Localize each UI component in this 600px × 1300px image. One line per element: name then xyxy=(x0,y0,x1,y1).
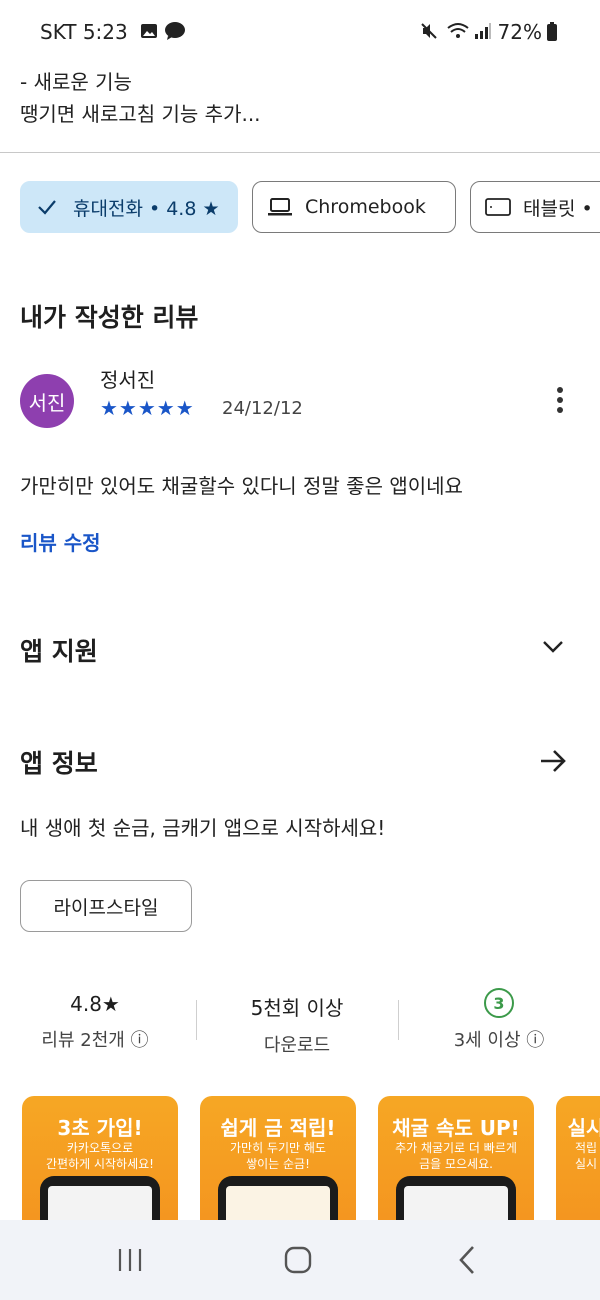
back-icon[interactable] xyxy=(456,1244,478,1280)
screenshot-title: 실시 xyxy=(567,1116,600,1140)
screenshot-subtitle: 적립실시 xyxy=(556,1140,600,1172)
stat-age: 3 3세 이상 ⓘ xyxy=(424,988,574,1052)
chip-chromebook-label: Chromebook xyxy=(305,196,426,218)
more-options-icon[interactable] xyxy=(550,386,570,416)
chip-tablet[interactable]: 태블릿 • 5 xyxy=(470,181,600,233)
check-icon xyxy=(38,200,56,215)
subtitle-line: 쌓이는 순금! xyxy=(246,1157,310,1171)
subtitle-line: 간편하게 시작하세요! xyxy=(46,1157,154,1171)
chevron-down-icon xyxy=(540,636,566,660)
screenshot-title: 채굴 속도 UP! xyxy=(392,1116,520,1140)
app-support-row[interactable]: 앱 지원 xyxy=(0,612,600,682)
notes-heading: - 새로운 기능 xyxy=(20,70,132,94)
chat-icon xyxy=(164,21,186,45)
reviewer-name: 정서진 xyxy=(100,368,156,392)
stat-rating: 4.8★ 리뷰 2천개 ⓘ xyxy=(20,992,170,1052)
notes-body: 땡기면 새로고침 기능 추가... xyxy=(20,102,261,126)
screenshot-subtitle: 추가 채굴기로 더 빠르게금을 모으세요. xyxy=(378,1140,534,1172)
category-chip[interactable]: 라이프스타일 xyxy=(20,880,192,932)
review-date: 24/12/12 xyxy=(222,398,303,419)
chip-phone[interactable]: 휴대전화 • 4.8 ★ xyxy=(20,181,238,233)
app-info-title: 앱 정보 xyxy=(20,749,98,778)
subtitle-line: 적립 xyxy=(574,1141,598,1155)
stat-downloads-label: 다운로드 xyxy=(263,1035,331,1056)
stat-age-label: 3세 이상 ⓘ xyxy=(453,1030,545,1051)
screenshot-title: 3초 가입! xyxy=(57,1116,143,1140)
app-info-row[interactable]: 앱 정보 xyxy=(0,726,600,796)
gallery-icon xyxy=(140,22,158,44)
stat-rating-label: 리뷰 2천개 ⓘ xyxy=(41,1030,149,1051)
edit-review-link[interactable]: 리뷰 수정 xyxy=(20,527,101,556)
screenshot-title: 쉽게 금 적립! xyxy=(220,1116,336,1140)
section-divider xyxy=(0,152,600,153)
app-support-title: 앱 지원 xyxy=(20,637,98,666)
age-rating-badge: 3 xyxy=(484,988,514,1018)
signal-icon xyxy=(474,22,492,44)
status-time-overlay: SKT 5:23 xyxy=(40,20,128,44)
laptop-icon xyxy=(268,198,292,216)
age-rating-number: 3 xyxy=(493,993,505,1013)
recent-apps-icon[interactable] xyxy=(116,1246,144,1278)
subtitle-line: 카카오톡으로 xyxy=(66,1141,134,1155)
avatar: 서진 xyxy=(20,374,74,428)
subtitle-line: 금을 모으세요. xyxy=(419,1157,493,1171)
screenshot-subtitle: 가만히 두기만 해도쌓이는 순금! xyxy=(200,1140,356,1172)
subtitle-line: 실시 xyxy=(574,1157,598,1171)
update-notes: ver 17.0 - 새로운 기능 땡기면 새로고침 기능 추가... xyxy=(20,30,261,130)
star-rating: ★★★★★ xyxy=(100,396,195,420)
tablet-icon xyxy=(485,198,511,216)
app-description: 내 생애 첫 순금, 금캐기 앱으로 시작하세요! xyxy=(20,816,386,840)
subtitle-line: 가만히 두기만 해도 xyxy=(230,1141,326,1155)
home-icon[interactable] xyxy=(284,1246,312,1278)
battery-icon xyxy=(546,22,558,46)
my-review-title: 내가 작성한 리뷰 xyxy=(20,303,199,332)
stat-divider xyxy=(196,1000,197,1040)
system-nav-bar xyxy=(0,1220,600,1300)
arrow-right-icon xyxy=(538,746,568,780)
stat-divider xyxy=(398,1000,399,1040)
stat-rating-value: 4.8★ xyxy=(70,992,120,1016)
subtitle-line: 추가 채굴기로 더 빠르게 xyxy=(395,1141,517,1155)
stat-downloads: 5천회 이상 다운로드 xyxy=(222,992,372,1057)
mute-icon xyxy=(420,22,438,44)
battery-percent-overlay: 72% xyxy=(497,20,542,44)
wifi-icon xyxy=(446,22,470,44)
screenshot-subtitle: 카카오톡으로간편하게 시작하세요! xyxy=(22,1140,178,1172)
stat-downloads-value: 5천회 이상 xyxy=(250,996,344,1020)
chip-tablet-label: 태블릿 • 5 xyxy=(523,197,600,220)
chip-phone-label: 휴대전화 • 4.8 ★ xyxy=(73,197,220,220)
chip-chromebook[interactable]: Chromebook xyxy=(252,181,456,233)
review-text: 가만히만 있어도 채굴할수 있다니 정말 좋은 앱이네요 xyxy=(20,474,463,498)
